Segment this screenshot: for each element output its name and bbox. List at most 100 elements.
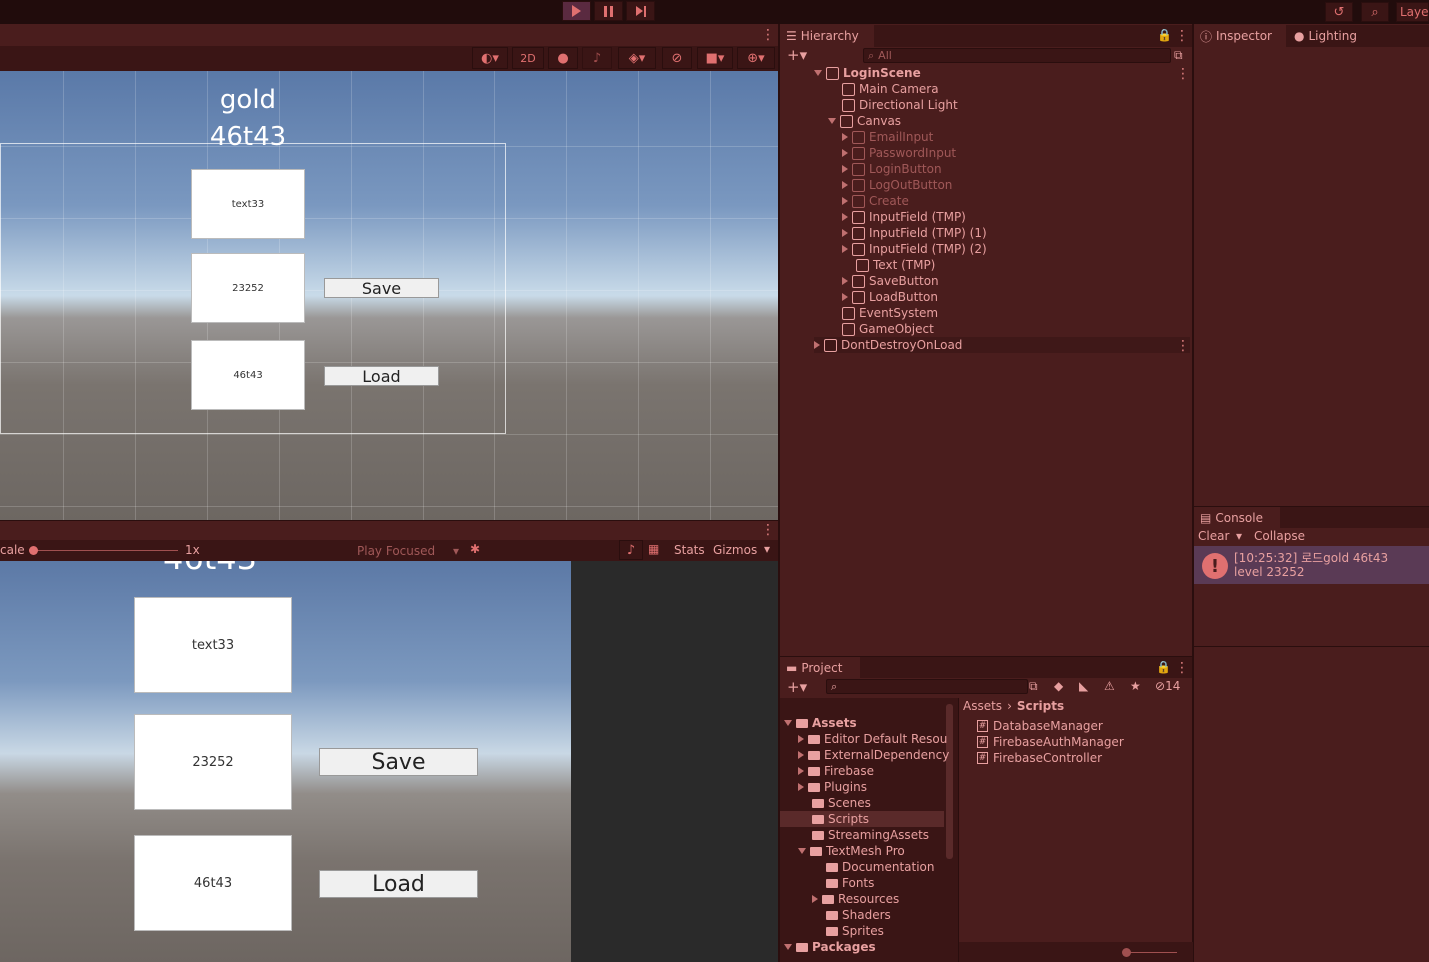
game-save-button[interactable]: Save: [319, 748, 478, 776]
hierarchy-item[interactable]: EmailInput: [842, 129, 1252, 145]
tree-item[interactable]: StreamingAssets: [812, 827, 929, 843]
audio-toggle[interactable]: ♪: [582, 47, 612, 69]
breadcrumb-scripts[interactable]: Scripts: [1017, 699, 1064, 713]
lock-icon[interactable]: 🔒: [1156, 660, 1171, 674]
gizmos-dropdown[interactable]: ⊕▾: [737, 47, 775, 69]
hierarchy-item[interactable]: LogOutButton: [842, 177, 1252, 193]
game-input-field-1[interactable]: text33: [134, 597, 292, 693]
scene-menu-dots-icon[interactable]: ⋮: [1176, 67, 1190, 81]
scene-save-button[interactable]: Save: [324, 278, 439, 298]
file-item[interactable]: # DatabaseManager: [977, 718, 1103, 734]
tab-inspector[interactable]: ⓘ Inspector: [1194, 25, 1286, 47]
hierarchy-menu-icon[interactable]: ⋮: [1175, 29, 1189, 43]
scene-input-field-3[interactable]: 46t43: [191, 340, 305, 410]
search-options-icon[interactable]: ⧉: [1174, 48, 1183, 63]
keyboard-icon[interactable]: ▦: [648, 542, 659, 556]
tree-item-selected[interactable]: Scripts: [780, 811, 944, 827]
tree-item[interactable]: Firebase: [798, 763, 874, 779]
tree-item[interactable]: Editor Default Resou: [798, 731, 947, 747]
tree-item[interactable]: Documentation: [826, 859, 935, 875]
stats-button[interactable]: Stats: [674, 543, 705, 557]
hierarchy-item[interactable]: LoginButton: [842, 161, 1252, 177]
mute-audio-button[interactable]: ♪: [619, 540, 643, 560]
effects-dropdown[interactable]: ◈▾: [618, 47, 656, 69]
pause-button[interactable]: [594, 1, 623, 21]
hierarchy-item[interactable]: Directional Light: [842, 97, 1252, 113]
console-collapse-button[interactable]: Collapse: [1254, 529, 1305, 543]
gizmos-chevron-icon[interactable]: ▾: [764, 542, 770, 556]
hierarchy-item[interactable]: Main Camera: [842, 81, 1252, 97]
game-input-field-2[interactable]: 23252: [134, 714, 292, 810]
camera-dropdown[interactable]: ■▾: [697, 47, 733, 69]
tab-project[interactable]: ▬ Project: [780, 657, 860, 679]
tab-lighting[interactable]: ● Lighting: [1288, 25, 1378, 47]
filter-type-icon[interactable]: ◆: [1054, 679, 1063, 693]
scene-root[interactable]: LoginScene: [814, 65, 1224, 81]
icon-size-slider[interactable]: [1127, 952, 1177, 953]
draw-mode-dropdown[interactable]: ◐▾: [472, 47, 508, 69]
toggle-2d-button[interactable]: 2D: [512, 47, 544, 69]
console-log-entry[interactable]: ! [10:25:32] 로드gold 46t43 level 23252: [1194, 546, 1429, 584]
gizmos-button[interactable]: Gizmos: [713, 543, 757, 557]
game-menu-icon[interactable]: ⋮: [761, 523, 775, 537]
tree-item[interactable]: Plugins: [798, 779, 867, 795]
tree-item[interactable]: Scenes: [812, 795, 871, 811]
file-item[interactable]: # FirebaseAuthManager: [977, 734, 1124, 750]
hierarchy-item[interactable]: GameObject: [842, 321, 1252, 337]
step-button[interactable]: [626, 1, 655, 21]
tree-item[interactable]: Sprites: [826, 923, 884, 939]
game-view[interactable]: 46t43 text33 23252 46t43 Save Load: [0, 561, 571, 962]
project-search-input[interactable]: ⌕: [826, 679, 1028, 694]
console-clear-button[interactable]: Clear: [1198, 529, 1229, 543]
add-icon[interactable]: +▾: [787, 679, 807, 695]
play-button[interactable]: [562, 1, 591, 21]
tree-item[interactable]: ExternalDependency: [798, 747, 949, 763]
tree-item[interactable]: Fonts: [826, 875, 874, 891]
hierarchy-item[interactable]: EventSystem: [842, 305, 1252, 321]
lighting-toggle[interactable]: ●: [548, 47, 578, 69]
clear-dropdown-icon[interactable]: ▾: [1236, 529, 1242, 543]
dontdestroy-root[interactable]: DontDestroyOnLoad: [814, 337, 1190, 353]
scene-input-field-1[interactable]: text33: [191, 169, 305, 239]
hierarchy-item[interactable]: InputField (TMP): [842, 209, 1252, 225]
scene-view[interactable]: gold 46t43 text33 23252 46t43 Save Load: [0, 71, 778, 520]
tree-item[interactable]: Shaders: [826, 907, 891, 923]
tree-item[interactable]: Assets: [784, 715, 857, 731]
icon-size-slider-thumb[interactable]: [1122, 948, 1131, 957]
layers-dropdown[interactable]: Layer: [1396, 2, 1429, 22]
add-icon[interactable]: +▾: [787, 47, 807, 63]
label-icon[interactable]: ◣: [1079, 679, 1088, 693]
scene-input-field-2[interactable]: 23252: [191, 253, 305, 323]
hierarchy-item[interactable]: LoadButton: [842, 289, 1252, 305]
tab-hierarchy[interactable]: ☰ Hierarchy: [780, 25, 874, 47]
tree-item[interactable]: Resources: [812, 891, 899, 907]
project-menu-icon[interactable]: ⋮: [1175, 661, 1189, 675]
play-focused-dropdown[interactable]: Play Focused ▾: [352, 542, 462, 559]
file-item[interactable]: # FirebaseController: [977, 750, 1102, 766]
hierarchy-item[interactable]: PasswordInput: [842, 145, 1252, 161]
game-load-button[interactable]: Load: [319, 870, 478, 898]
search-options-icon[interactable]: ⧉: [1029, 679, 1038, 694]
bug-icon[interactable]: ✱: [470, 542, 480, 556]
search-button[interactable]: ⌕: [1361, 2, 1389, 22]
dontdestroy-menu-icon[interactable]: ⋮: [1176, 339, 1190, 353]
history-button[interactable]: ↺: [1325, 2, 1353, 22]
hierarchy-item[interactable]: Create: [842, 193, 1252, 209]
hierarchy-item[interactable]: InputField (TMP) (2): [842, 241, 1252, 257]
hidden-count-icon[interactable]: ⊘14: [1155, 679, 1180, 693]
tree-item[interactable]: TextMesh Pro: [798, 843, 905, 859]
scale-slider-thumb[interactable]: [29, 546, 38, 555]
alert-icon[interactable]: ⚠: [1104, 679, 1115, 693]
visibility-toggle[interactable]: ⊘: [662, 47, 692, 69]
scale-slider[interactable]: [33, 550, 178, 551]
scene-menu-icon[interactable]: ⋮: [761, 28, 775, 42]
breadcrumb-assets[interactable]: Assets: [963, 699, 1002, 713]
hierarchy-search-input[interactable]: ⌕ All: [863, 48, 1171, 63]
scene-load-button[interactable]: Load: [324, 366, 439, 386]
lock-icon[interactable]: 🔒: [1157, 28, 1172, 42]
tab-console[interactable]: ▤ Console: [1194, 507, 1280, 529]
tree-scrollbar[interactable]: [946, 704, 953, 859]
tree-item[interactable]: Packages: [784, 939, 876, 955]
game-input-field-3[interactable]: 46t43: [134, 835, 292, 931]
hierarchy-item[interactable]: SaveButton: [842, 273, 1252, 289]
